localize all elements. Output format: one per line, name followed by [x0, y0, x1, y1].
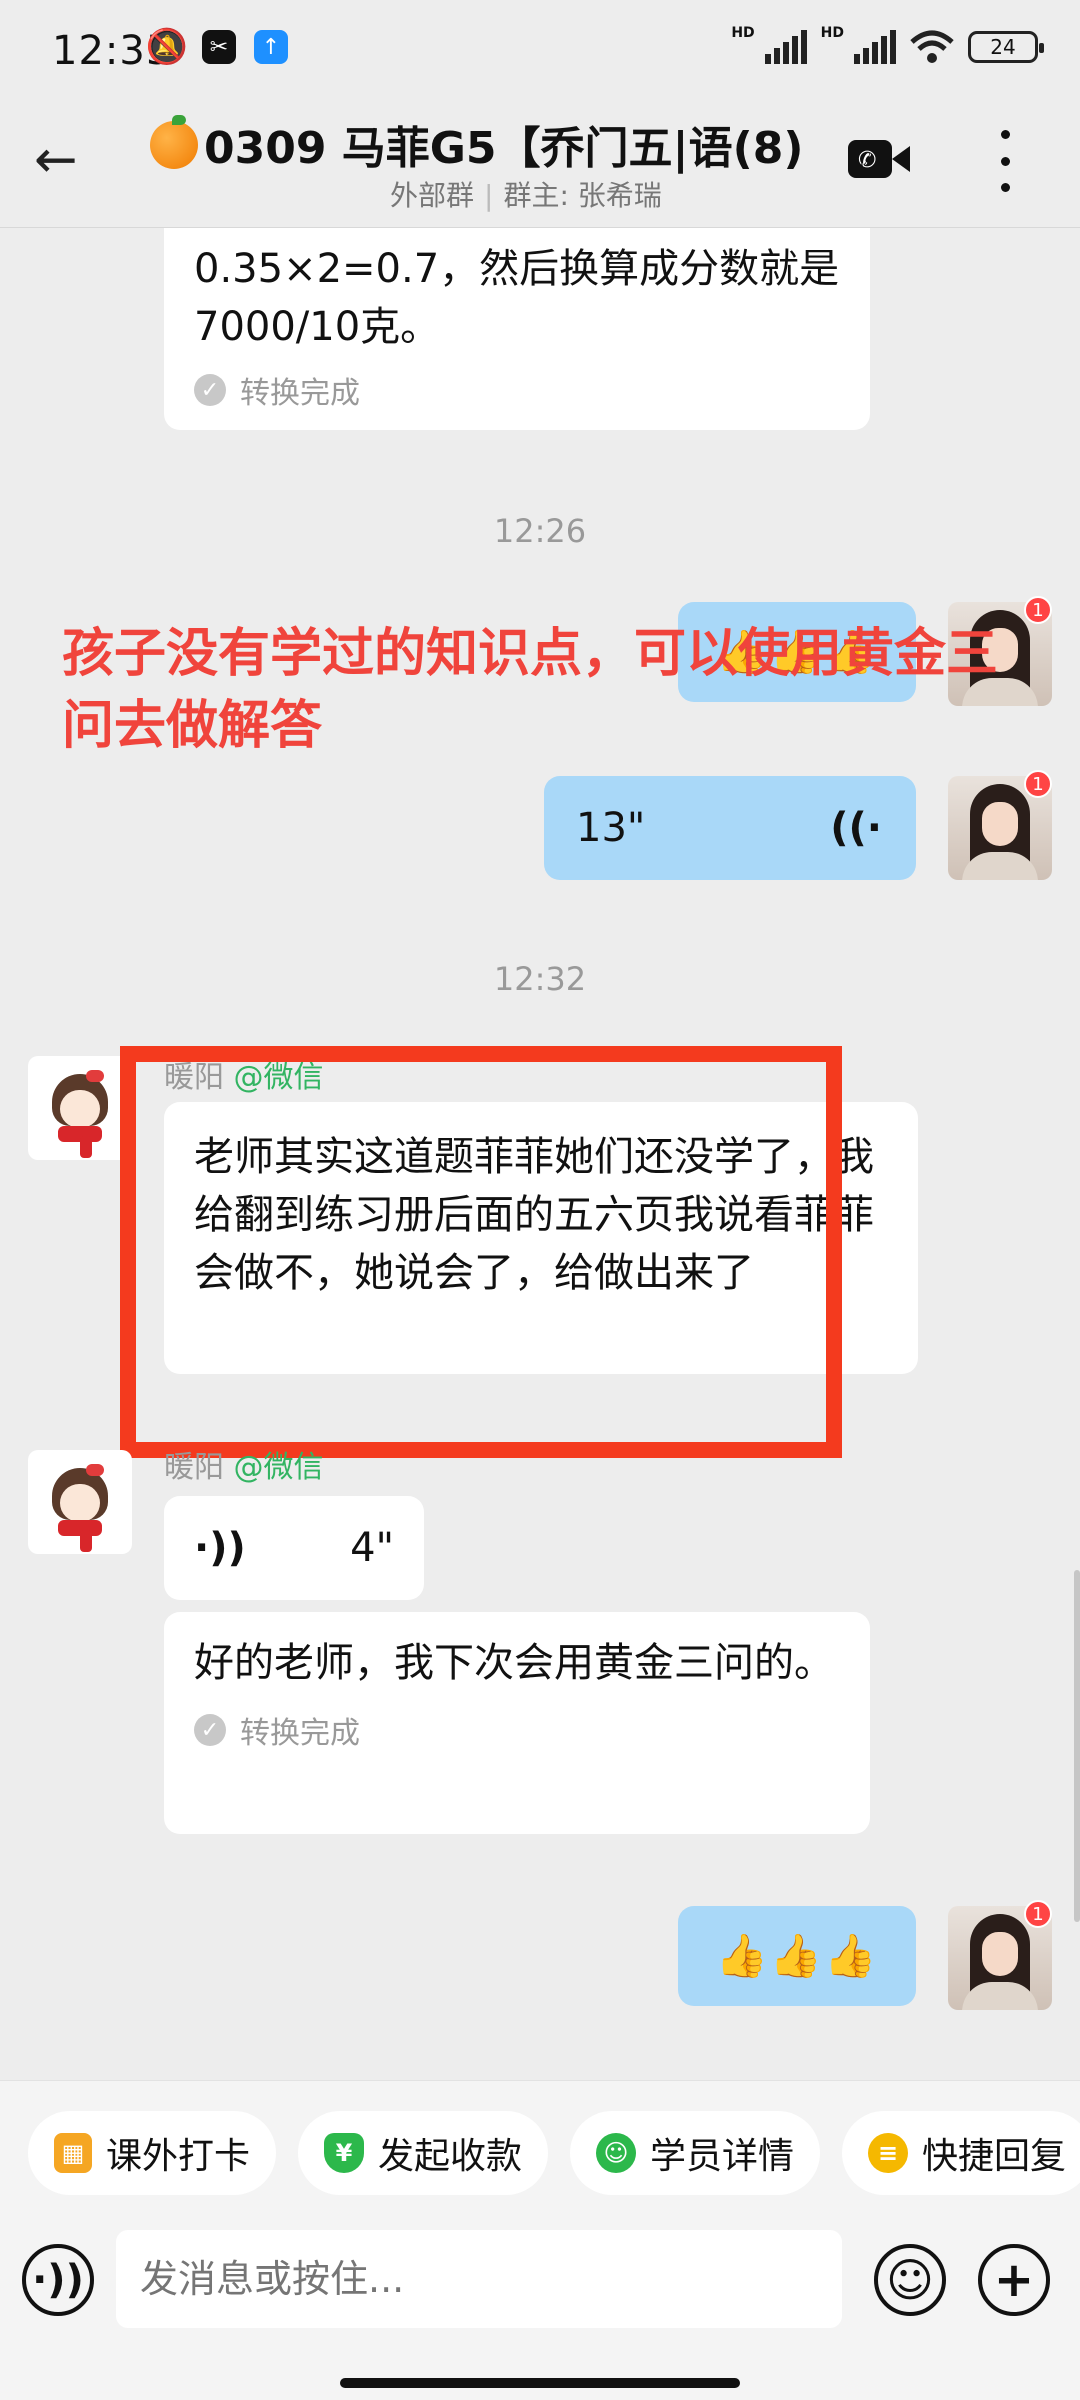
unread-badge: 1 [1024, 596, 1052, 624]
quick-action-label: 发起收款 [377, 2136, 522, 2177]
voice-input-icon[interactable]: ·)) [22, 2244, 94, 2316]
sender-name: 暖阳 @微信 [164, 1442, 324, 1486]
chat-subtitle: 外部群 | 群主: 张希瑞 [390, 174, 662, 214]
capcut-app-icon: ✂ [202, 30, 236, 64]
input-bar: ·)) ☺ + [0, 2230, 1080, 2400]
annotation-overlay-text: 孩子没有学过的知识点，可以使用黄金三问去做解答 [62, 624, 999, 756]
conversion-status-label: 转换完成 [240, 1716, 360, 1751]
mute-bell-icon: 🔕 [145, 27, 189, 67]
quick-action-checkin-button[interactable]: ▦ 课外打卡 [28, 2111, 276, 2195]
chat-title[interactable]: 0309 马菲G5【乔门五|语(8) [150, 112, 830, 176]
voice-wave-icon: ·)) [194, 1525, 246, 1571]
phone-icon: ✆ [858, 148, 877, 173]
avatar[interactable] [28, 1056, 132, 1160]
sender-nickname: 暖阳 [164, 1450, 224, 1485]
quick-action-label: 课外打卡 [105, 2136, 250, 2177]
chat-header: ← 0309 马菲G5【乔门五|语(8) 外部群 | 群主: 张希瑞 ✆ [0, 110, 1080, 228]
thumbs-up-emoji: 👍👍👍 [715, 1931, 879, 1980]
quick-action-label: 快捷回复 [921, 2136, 1066, 2177]
avatar[interactable] [28, 1450, 132, 1554]
annotation-highlight-box [120, 1046, 842, 1458]
message-list[interactable]: 0.35×2=0.7，然后换算成分数就是7000/10克。 ✓ 转换完成 12:… [0, 228, 1080, 2080]
status-bar: 12:35 🔕 ✂ ↑ HD HD 24 [0, 0, 1080, 110]
quick-action-label: 学员详情 [649, 2136, 794, 2177]
add-icon[interactable]: + [978, 2244, 1050, 2316]
message-bubble-converted-text[interactable]: 好的老师，我下次会用黄金三问的。 ✓ 转换完成 [164, 1612, 870, 1834]
timestamp: 12:26 [493, 512, 587, 550]
status-notification-icons: 🔕 ✂ ↑ [145, 27, 288, 67]
conversion-status-label: 转换完成 [240, 376, 360, 411]
hd-icon: HD [731, 25, 755, 41]
wifi-icon [910, 30, 954, 63]
battery-icon: 24 [968, 31, 1044, 63]
quick-actions-bar: ▦ 课外打卡 ¥ 发起收款 ☺ 学员详情 ≡ 快捷回复 [0, 2080, 1080, 2230]
orange-emoji-icon [150, 115, 198, 169]
more-options-icon[interactable] [990, 130, 1020, 192]
emoji-icon[interactable]: ☺ [874, 2244, 946, 2316]
divider: | [484, 179, 494, 212]
quick-action-reply-button[interactable]: ≡ 快捷回复 [842, 2111, 1080, 2195]
timestamp: 12:32 [493, 960, 587, 998]
quick-action-payment-button[interactable]: ¥ 发起收款 [298, 2111, 548, 2195]
signal-icon [854, 30, 896, 64]
calendar-icon: ▦ [54, 2133, 92, 2173]
message-input[interactable] [116, 2230, 842, 2328]
sender-source: @微信 [233, 1450, 324, 1485]
signal-icon [764, 30, 807, 64]
unread-badge: 1 [1024, 770, 1052, 798]
member-count: (8) [732, 123, 804, 174]
voice-wave-icon: ((· [830, 805, 882, 851]
group-name: 0309 马菲G5【乔门五|语 [204, 123, 733, 174]
battery-level: 24 [990, 35, 1016, 59]
voice-duration: 13" [576, 805, 646, 851]
video-call-icon[interactable]: ✆ [848, 136, 910, 182]
message-bubble-converted-text[interactable]: 0.35×2=0.7，然后换算成分数就是7000/10克。 ✓ 转换完成 [164, 228, 870, 430]
quick-reply-icon: ≡ [868, 2133, 908, 2173]
message-bubble-thumbs[interactable]: 👍👍👍 [678, 1906, 916, 2006]
quick-action-student-button[interactable]: ☺ 学员详情 [570, 2111, 820, 2195]
upload-app-icon: ↑ [254, 30, 288, 64]
hd-icon: HD [820, 25, 844, 41]
message-text: 0.35×2=0.7，然后换算成分数就是7000/10克。 [194, 246, 840, 350]
check-circle-icon: ✓ [194, 1714, 226, 1746]
conversion-status: ✓ 转换完成 [194, 368, 840, 412]
back-arrow-icon[interactable]: ← [34, 130, 94, 190]
video-call-icon-lens [892, 146, 910, 172]
voice-message-bubble[interactable]: ·)) 4" [164, 1496, 424, 1600]
student-icon: ☺ [596, 2133, 636, 2173]
check-circle-icon: ✓ [194, 374, 226, 406]
home-indicator[interactable] [340, 2378, 740, 2388]
yen-shield-icon: ¥ [324, 2133, 364, 2173]
scrollbar[interactable] [1074, 1570, 1080, 1922]
conversion-status: ✓ 转换完成 [194, 1708, 840, 1752]
group-owner: 群主: 张希瑞 [503, 179, 662, 212]
group-type: 外部群 [390, 179, 475, 212]
message-text: 好的老师，我下次会用黄金三问的。 [194, 1640, 834, 1686]
voice-message-bubble[interactable]: 13" ((· [544, 776, 916, 880]
voice-duration: 4" [350, 1525, 394, 1571]
status-system-icons: HD HD 24 [731, 25, 1044, 64]
unread-badge: 1 [1024, 1900, 1052, 1928]
